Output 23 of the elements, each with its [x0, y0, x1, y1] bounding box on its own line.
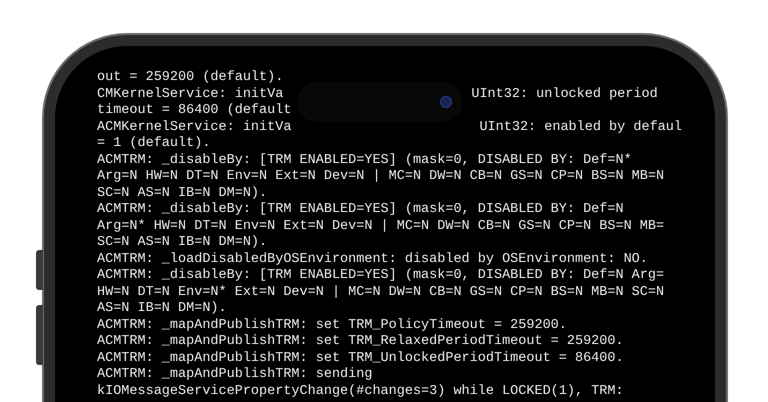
log-line: SC=N AS=N IB=N DM=N). [97, 186, 268, 202]
log-line: ACMTRM: _mapAndPublishTRM: set TRM_PolicyTimeout = 259200. [97, 318, 567, 334]
camera-icon [440, 96, 452, 108]
log-line: ACMTRM: _mapAndPublishTRM: set TRM_UnlockedPeriodTimeout = 86400. [97, 350, 624, 367]
log-line: CMKernelService: initVa [97, 86, 284, 103]
log-line: HW=N DT=N Env=N* Ext=N Dev=N | MC=N DW=N CB=N GS=N CP=N BS=N MB=N SC=N [97, 284, 664, 301]
log-line: SC=N AS=N IB=N DM=N). [97, 235, 268, 252]
log-line: ACMTRM: _disableBy: [TRM ENABLED=YES] (mask=0, DISABLED BY: Def=N Arg= [97, 268, 664, 284]
log-line: ACMTRM: _mapAndPublishTRM: sending [97, 367, 372, 384]
log-line: ACMKernelService: initVa [97, 120, 292, 136]
log-line: Arg=N* HW=N DT=N Env=N Ext=N Dev=N | MC=N DW=N CB=N GS=N CP=N BS=N MB= [97, 218, 664, 235]
log-line: ACMTRM: _mapAndPublishTRM: set TRM_RelaxedPeriodTimeout = 259200. [97, 334, 624, 350]
log-line: UInt32: enabled by defaul [479, 120, 682, 136]
log-line: kIOMessageServicePropertyChange(#changes=3) while LOCKED(1), TRM: [97, 384, 624, 400]
log-line: ACMTRM: _loadDisabledByOSEnvironment: disabled by OSEnvironment: NO. [97, 252, 648, 268]
log-line: out = 259200 (default). [97, 70, 284, 86]
log-line: timeout = 86400 (default [97, 103, 292, 120]
log-line: ACMTRM: _disableBy: [TRM ENABLED=YES] (mask=0, DISABLED BY: Def=N* [97, 152, 632, 169]
log-line: Arg=N HW=N DT=N Env=N Ext=N Dev=N | MC=N DW=N CB=N GS=N CP=N BS=N MB=N [97, 169, 664, 186]
log-line: = 1 (default). [97, 136, 210, 152]
log-line: ACMTRM: _disableBy: [TRM ENABLED=YES] (mask=0, DISABLED BY: Def=N [97, 202, 624, 218]
log-line: UInt32: unlocked period [471, 86, 658, 103]
log-line: AS=N IB=N DM=N). [97, 301, 227, 318]
